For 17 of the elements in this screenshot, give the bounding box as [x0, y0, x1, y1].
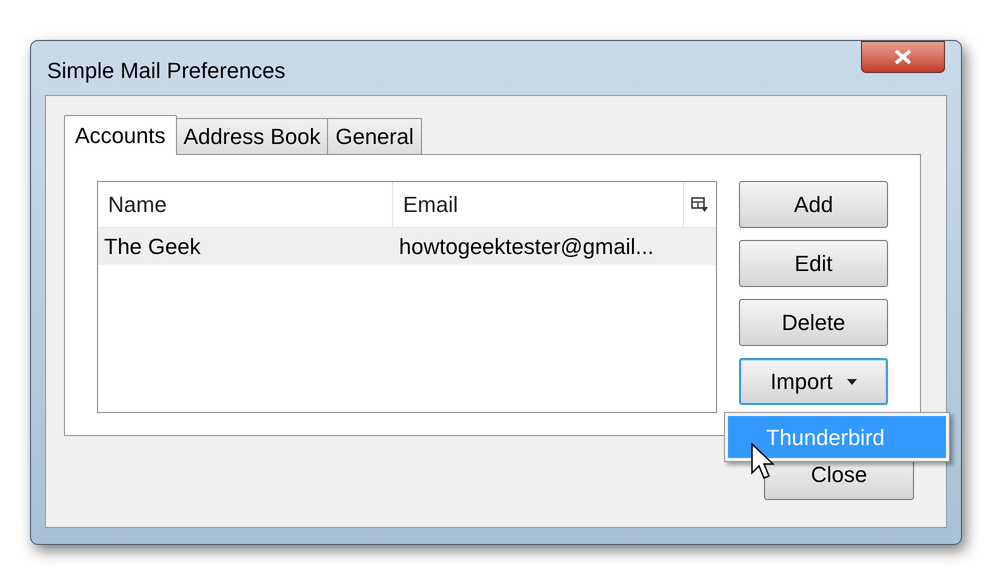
caret-icon [846, 378, 857, 384]
window-title: Simple Mail Preferences [47, 57, 286, 85]
column-picker-icon [691, 196, 709, 212]
column-header[interactable]: Email [393, 182, 684, 227]
action-button[interactable]: Delete [739, 299, 888, 346]
tab[interactable]: Address Book [176, 118, 328, 154]
dropdown-button[interactable]: Import [739, 358, 888, 405]
close-window-button[interactable] [861, 41, 945, 73]
column-header[interactable]: Name [98, 182, 393, 227]
name-cell-text: The Geek [103, 233, 202, 261]
email-cell-text: howtogeektester@gmail... [398, 233, 655, 261]
close-icon [893, 49, 913, 65]
tab[interactable]: General [327, 118, 422, 154]
tab[interactable]: Accounts [64, 115, 176, 155]
action-button[interactable]: Add [739, 181, 888, 228]
action-button[interactable]: Edit [739, 240, 888, 287]
account-row[interactable]: The Geek howtogeektester@gmail... [98, 228, 716, 265]
